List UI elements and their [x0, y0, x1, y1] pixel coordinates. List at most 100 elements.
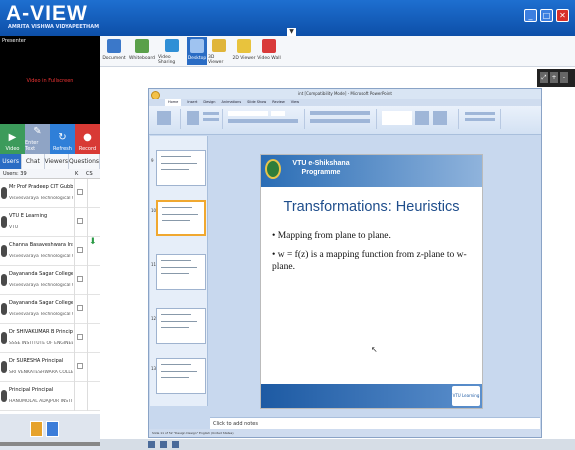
list-item[interactable]: Mr Prof Pradeep CIT Gubbi Visvesvaraya Te… — [0, 179, 100, 208]
list-item[interactable]: VTU E Learning VTU — [0, 208, 100, 237]
restore-button[interactable]: □ — [540, 9, 553, 22]
record-button[interactable]: ● Record — [75, 124, 100, 154]
desktop-button[interactable]: Desktop — [187, 37, 207, 65]
font-group[interactable] — [225, 109, 305, 129]
minimize-button[interactable]: _ — [524, 9, 537, 22]
university-emblem-icon — [265, 159, 281, 179]
user-list[interactable]: Mr Prof Pradeep CIT Gubbi Visvesvaraya Te… — [0, 179, 100, 414]
editing-group[interactable] — [461, 109, 501, 129]
clipboard-group[interactable] — [153, 109, 181, 129]
slide-thumbnail[interactable] — [156, 308, 206, 344]
slide-bullet: • Mapping from plane to plane. — [272, 231, 391, 241]
refresh-button[interactable]: ↻ Refresh — [50, 124, 75, 154]
video-icon: ▶ — [8, 132, 17, 143]
ribbon-tab-design[interactable]: Design — [203, 99, 215, 106]
document-button[interactable]: Document — [102, 37, 126, 65]
left-panel: Presenter Video in Fullscreen ▶ Video ✎ En… — [0, 36, 100, 450]
enter-text-button[interactable]: ✎ Enter Text — [25, 124, 50, 154]
slide-thumbnail[interactable] — [156, 358, 206, 394]
user-checkbox[interactable] — [77, 363, 83, 369]
tab-questions[interactable]: Questions — [69, 154, 100, 169]
refresh-icon: ↻ — [58, 132, 67, 143]
ribbon-tab-slide-show[interactable]: Slide Show — [247, 99, 266, 106]
bottom-tools — [0, 414, 100, 450]
record-icon: ● — [83, 132, 92, 143]
zoom-out-icon[interactable]: - — [560, 72, 568, 83]
video-sharing-button[interactable]: Video Sharing — [158, 37, 186, 65]
tab-users[interactable]: Users — [0, 154, 23, 169]
share-icon[interactable] — [46, 421, 59, 437]
user-checkbox[interactable] — [77, 218, 83, 224]
taskbar-app-icon[interactable] — [172, 441, 179, 448]
user-checkbox[interactable] — [77, 305, 83, 311]
video-status-message: Video in Fullscreen — [26, 78, 74, 84]
list-item[interactable]: Principal Principal HANUMOLAL ADAJPUR INS… — [0, 382, 100, 411]
toolbar-dropdown-icon[interactable]: ▼ — [287, 28, 296, 36]
user-checkbox[interactable] — [77, 334, 83, 340]
ribbon-tab-insert[interactable]: Insert — [187, 99, 197, 106]
users-col-cs: CS — [86, 171, 93, 177]
ribbon-tab-review[interactable]: Review — [272, 99, 285, 106]
start-icon[interactable] — [148, 441, 155, 448]
slide-thumbnail[interactable] — [156, 200, 206, 236]
ribbon-tab-view[interactable]: View — [291, 99, 299, 106]
user-icon — [1, 216, 7, 228]
ribbon-tab-home[interactable]: Home — [165, 99, 182, 106]
user-checkbox[interactable] — [77, 247, 83, 253]
video-sharing-icon — [165, 39, 179, 52]
user-checkbox[interactable] — [77, 276, 83, 282]
presenter-controls: ▶ Video ✎ Enter Text ↻ Refresh ● Record — [0, 124, 100, 154]
list-item[interactable]: Dayananda Sagar College ofVisvesvaraya T… — [0, 295, 100, 324]
user-icon — [1, 187, 7, 199]
video-wall-button[interactable]: Video Wall — [257, 37, 281, 65]
panel-tabs: Users Chat Viewers Questions — [0, 154, 100, 169]
ribbon-tabs: Home Insert Design Animations Slide Show… — [149, 99, 541, 106]
app-subtitle: AMRITA VISHWA VIDYAPEETHAM — [8, 24, 100, 30]
view-controls: ⤢ + - — [537, 69, 575, 87]
list-item[interactable]: Channa Basaveshwara Instit Visvesvaraya T… — [0, 237, 100, 266]
user-icon — [1, 274, 7, 286]
presenter-label: Presenter — [2, 38, 26, 44]
user-checkbox[interactable] — [77, 189, 83, 195]
presenter-video: Presenter Video in Fullscreen — [0, 36, 100, 124]
tab-chat[interactable]: Chat — [22, 154, 45, 169]
windows-taskbar — [100, 439, 575, 450]
slide-thumbnails[interactable]: 9 10 11 12 13 — [150, 136, 208, 406]
close-button[interactable]: ✕ — [556, 9, 569, 22]
arrow-down-icon: ⬇ — [89, 237, 97, 247]
current-slide[interactable]: VTU e-Shikshana Programme Transformation… — [260, 154, 483, 409]
scrollbar[interactable] — [0, 442, 100, 446]
list-item[interactable]: Dr SHIVAKUMAR B Principal SSSE INSTITUTE … — [0, 324, 100, 353]
notes-field[interactable]: Click to add notes — [210, 417, 540, 429]
whiteboard-icon — [135, 39, 149, 53]
2d-viewer-button[interactable]: 2D Viewer — [232, 37, 256, 65]
taskbar-app-icon[interactable] — [160, 441, 167, 448]
list-item[interactable]: Dr SURESHA Principal SRI VENKATESHWARA CO… — [0, 353, 100, 382]
app-header: A-VIEW AMRITA VISHWA VIDYAPEETHAM _ □ ✕ … — [0, 0, 575, 36]
3d-viewer-button[interactable]: 3D Viewer — [208, 37, 230, 65]
users-header: Users: 39 K CS — [0, 169, 100, 179]
slide-footer: VTU Learning — [261, 384, 482, 408]
slide-thumbnail[interactable] — [156, 150, 206, 186]
paragraph-group[interactable] — [307, 109, 377, 129]
drawing-group[interactable] — [379, 109, 459, 129]
tab-viewers[interactable]: Viewers — [44, 154, 70, 169]
slides-group[interactable] — [183, 109, 223, 129]
text-icon: ✎ — [33, 126, 42, 137]
slide-header: VTU e-Shikshana Programme — [261, 155, 482, 187]
3d-viewer-icon — [212, 39, 226, 52]
users-col-k: K — [75, 171, 79, 177]
list-item[interactable]: Dayananda Sagar College ofVisvesvaraya T… — [0, 266, 100, 295]
video-button[interactable]: ▶ Video — [0, 124, 25, 154]
whiteboard-button[interactable]: Whiteboard — [128, 37, 156, 65]
module-toolbar: Document Whiteboard Video Sharing Deskto… — [100, 36, 575, 67]
slide-thumbnail[interactable] — [156, 254, 206, 290]
users-count: Users: 39 — [3, 171, 27, 177]
ribbon-tab-animations[interactable]: Animations — [221, 99, 241, 106]
raise-hand-icon[interactable] — [30, 421, 43, 437]
powerpoint-status: Slide 11 of 52 "Design Design" English (… — [149, 429, 541, 437]
user-icon — [1, 332, 7, 344]
user-icon — [1, 303, 7, 315]
fit-icon[interactable]: ⤢ — [540, 72, 548, 83]
zoom-in-icon[interactable]: + — [550, 72, 558, 83]
